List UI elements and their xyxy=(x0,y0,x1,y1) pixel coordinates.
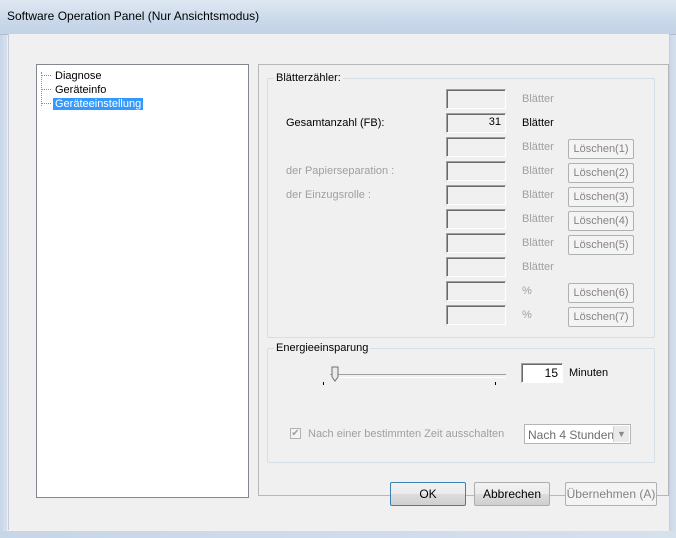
counter-unit-4: Blätter xyxy=(522,165,554,177)
auto-off-dropdown-value: Nach 4 Stunden xyxy=(528,428,615,442)
window-frame-left xyxy=(0,0,7,538)
title-bar[interactable]: Software Operation Panel (Nur Ansichtsmo… xyxy=(0,0,676,35)
counter-unit-10: % xyxy=(522,309,532,321)
counter-unit-2: Blätter xyxy=(522,117,554,129)
settings-tree[interactable]: Diagnose Geräteinfo Geräteeinstellung xyxy=(36,64,249,498)
counter-field-3 xyxy=(446,137,506,157)
tree-item-label: Geräteeinstellung xyxy=(53,98,144,110)
counter-unit-1: Blätter xyxy=(522,93,554,105)
slider-thumb-icon[interactable] xyxy=(331,366,339,382)
clear-2-button[interactable]: Löschen(2) xyxy=(568,163,634,183)
clear-3-button[interactable]: Löschen(3) xyxy=(568,187,634,207)
counter-field-8 xyxy=(446,257,506,277)
sheet-counter-group: Blätterzähler: Blätter Gesamtanzahl (FB)… xyxy=(267,72,655,338)
counter-unit-6: Blätter xyxy=(522,213,554,225)
window-frame-bottom xyxy=(0,531,676,538)
tree-connector xyxy=(41,89,51,91)
window: Software Operation Panel (Nur Ansichtsmo… xyxy=(0,0,676,538)
clear-1-button[interactable]: Löschen(1) xyxy=(568,139,634,159)
window-frame-right xyxy=(669,0,676,538)
counter-field-9 xyxy=(446,281,506,301)
counter-field-7 xyxy=(446,233,506,253)
auto-off-dropdown[interactable]: Nach 4 Stunden ▼ xyxy=(524,424,631,444)
total-count-label: Gesamtanzahl (FB): xyxy=(286,117,385,129)
minutes-field[interactable]: 15 xyxy=(521,363,563,383)
counter-field-6 xyxy=(446,209,506,229)
counter-field-1 xyxy=(446,89,506,109)
apply-button[interactable]: Übernehmen (A) xyxy=(565,482,657,506)
sheet-counter-legend: Blätterzähler: xyxy=(274,72,343,84)
slider-tick-max xyxy=(495,382,496,385)
pick-roller-field xyxy=(446,185,506,205)
chevron-down-icon[interactable]: ▼ xyxy=(613,426,629,442)
counter-unit-9: % xyxy=(522,285,532,297)
clear-7-button[interactable]: Löschen(7) xyxy=(568,307,634,327)
tree-item-label: Diagnose xyxy=(55,70,102,82)
settings-panel: Blätterzähler: Blätter Gesamtanzahl (FB)… xyxy=(258,64,669,496)
auto-off-area: ✔ Nach einer bestimmten Zeit ausschalten… xyxy=(267,407,655,463)
paper-separation-label: der Papierseparation : xyxy=(286,165,395,177)
counter-unit-8: Blätter xyxy=(522,261,554,273)
tree-item-geraeteeinstellung[interactable]: Geräteeinstellung xyxy=(41,98,144,111)
counter-unit-3: Blätter xyxy=(522,141,554,153)
window-title: Software Operation Panel (Nur Ansichtsmo… xyxy=(7,9,260,23)
slider-tick-min xyxy=(323,382,324,385)
counter-field-10 xyxy=(446,305,506,325)
ok-button[interactable]: OK xyxy=(390,482,466,506)
counter-unit-5: Blätter xyxy=(522,189,554,201)
auto-off-checkbox[interactable]: ✔ xyxy=(290,428,301,439)
auto-off-label: Nach einer bestimmten Zeit ausschalten xyxy=(308,428,505,440)
dialog-client-area: Diagnose Geräteinfo Geräteeinstellung Bl… xyxy=(8,34,670,530)
counter-unit-7: Blätter xyxy=(522,237,554,249)
clear-5-button[interactable]: Löschen(5) xyxy=(568,235,634,255)
cancel-button[interactable]: Abbrechen xyxy=(474,482,550,506)
pick-roller-label: der Einzugsrolle : xyxy=(286,189,371,201)
tree-item-diagnose[interactable]: Diagnose xyxy=(41,70,103,83)
total-count-field: 31 xyxy=(446,113,506,133)
clear-4-button[interactable]: Löschen(4) xyxy=(568,211,634,231)
tree-item-label: Geräteinfo xyxy=(55,84,107,96)
tree-connector xyxy=(41,75,51,77)
tree-item-geraeteinfo[interactable]: Geräteinfo xyxy=(41,84,108,97)
energy-saving-legend: Energieeinsparung xyxy=(274,342,371,354)
energy-slider-track[interactable] xyxy=(330,374,506,378)
minutes-unit-label: Minuten xyxy=(569,367,609,379)
paper-separation-field xyxy=(446,161,506,181)
tree-connector xyxy=(41,103,51,105)
clear-6-button[interactable]: Löschen(6) xyxy=(568,283,634,303)
energy-saving-group: Energieeinsparung 15 Minuten xyxy=(267,342,655,408)
